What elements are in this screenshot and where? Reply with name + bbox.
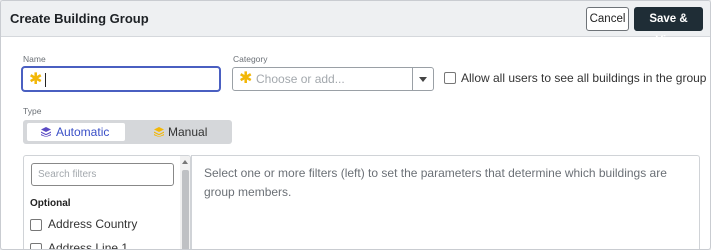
combobox-divider (412, 68, 413, 90)
text-cursor (45, 73, 46, 87)
filter-checkbox[interactable] (30, 219, 42, 231)
dialog-header: Create Building Group Cancel Save & View (1, 1, 710, 47)
scroll-thumb[interactable] (182, 170, 189, 249)
filter-item-label: Address Country (48, 217, 138, 231)
layers-icon (41, 127, 51, 137)
category-label: Category (233, 54, 268, 64)
search-filters-placeholder: Search filters (38, 169, 97, 180)
category-placeholder: Choose or add... (256, 72, 345, 86)
search-filters-input[interactable]: Search filters (31, 163, 174, 186)
type-option-manual-label: Manual (168, 125, 208, 139)
filters-scrollbar[interactable] (180, 156, 190, 249)
filter-checkbox[interactable] (30, 243, 42, 249)
name-label: Name (23, 54, 46, 64)
filter-item-address-line-1[interactable]: Address Line 1 (30, 241, 170, 250)
category-combobox[interactable]: ✱ Choose or add... (232, 67, 434, 91)
filter-item-label: Address Line 1 (48, 241, 129, 250)
name-input[interactable]: ✱ (21, 66, 221, 92)
required-star-icon: ✱ (29, 71, 43, 88)
type-option-manual[interactable]: Manual (136, 123, 228, 141)
type-label: Type (23, 106, 42, 116)
dialog-title: Create Building Group (10, 11, 149, 26)
type-option-automatic[interactable]: Automatic (27, 123, 125, 141)
type-option-automatic-label: Automatic (56, 125, 110, 139)
save-and-view-button[interactable]: Save & View (634, 7, 703, 47)
filter-instructions-text: Select one or more filters (left) to set… (204, 166, 667, 199)
scroll-up-arrow-icon[interactable] (182, 160, 188, 164)
required-star-icon: ✱ (239, 70, 253, 87)
chevron-down-icon[interactable] (419, 77, 427, 82)
allow-all-users-checkbox[interactable] (444, 72, 456, 84)
allow-all-users-label[interactable]: Allow all users to see all buildings in … (461, 71, 706, 85)
stack-icon (154, 127, 164, 137)
type-toggle: Automatic Manual (23, 120, 232, 144)
cancel-button[interactable]: Cancel (586, 7, 629, 31)
filters-panel: Search filters Optional Address Country … (23, 155, 191, 250)
optional-section-title: Optional (30, 198, 71, 209)
create-building-group-dialog: Create Building Group Cancel Save & View… (0, 0, 711, 250)
filter-item-address-country[interactable]: Address Country (30, 217, 170, 233)
filter-info-panel: Select one or more filters (left) to set… (191, 155, 700, 249)
